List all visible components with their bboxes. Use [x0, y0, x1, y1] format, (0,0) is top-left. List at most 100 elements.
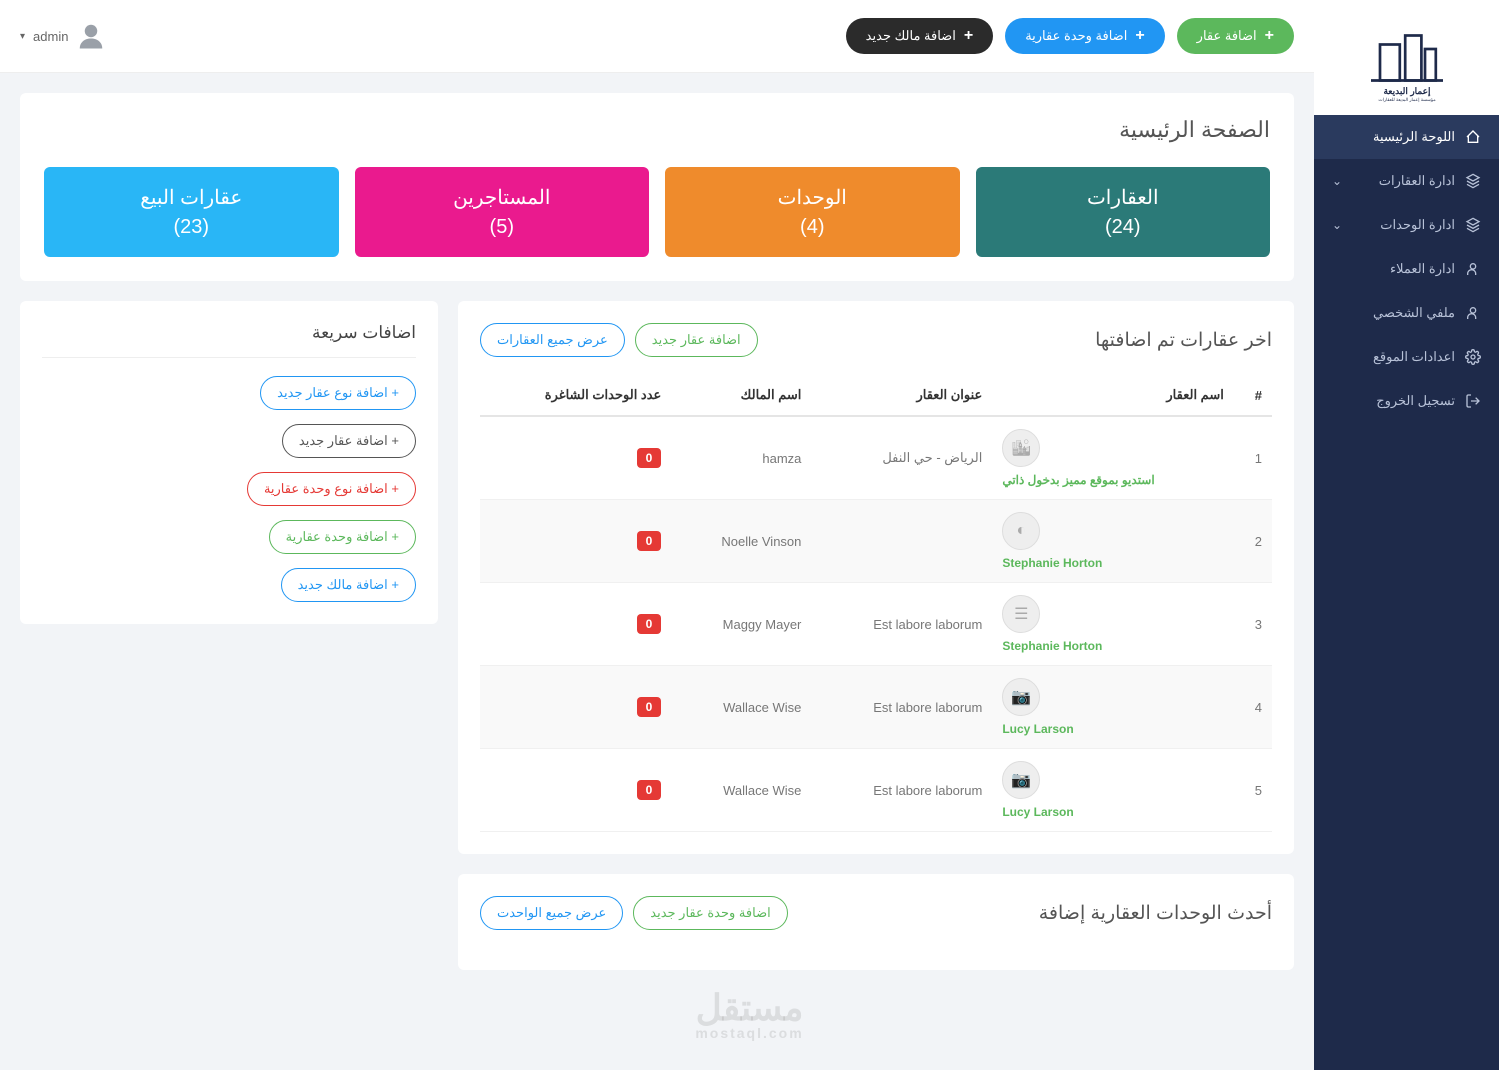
layers-icon	[1465, 173, 1481, 189]
nav-units[interactable]: ادارة الوحدات ⌄	[1314, 203, 1499, 247]
plus-icon: +	[391, 577, 399, 592]
topbar: + اضافة عقار + اضافة وحدة عقارية + اضافة…	[0, 0, 1314, 73]
table-row: 1🏙استديو بموقع مميز بدخول ذاتيالرياض - ح…	[480, 416, 1272, 500]
property-link[interactable]: Stephanie Horton	[1002, 639, 1102, 653]
nav-clients[interactable]: ادارة العملاء	[1314, 247, 1499, 291]
stat-properties[interactable]: العقارات (24)	[976, 167, 1271, 257]
nav-properties-label: ادارة العقارات	[1379, 173, 1455, 189]
quick-add-title: اضافات سريعة	[42, 323, 416, 358]
nav-settings[interactable]: اعدادات الموقع	[1314, 335, 1499, 379]
nav-units-label: ادارة الوحدات	[1380, 217, 1455, 233]
property-link[interactable]: Lucy Larson	[1002, 722, 1073, 736]
user-menu[interactable]: admin ▾	[20, 21, 106, 51]
row-idx: 1	[1234, 416, 1272, 500]
property-link[interactable]: Lucy Larson	[1002, 805, 1073, 819]
vacant-badge: 0	[637, 448, 662, 468]
col-name: اسم العقار	[992, 375, 1234, 416]
plus-icon: +	[391, 529, 399, 544]
vacant-badge: 0	[637, 614, 662, 634]
caret-down-icon: ▾	[20, 31, 25, 42]
recent-properties-title: اخر عقارات تم اضافتها	[1095, 329, 1272, 352]
view-all-units-button[interactable]: عرض جميع الواحدت	[480, 896, 623, 930]
svg-text:إعمار البديعة: إعمار البديعة	[1383, 86, 1431, 97]
table-row: 4📷Lucy LarsonEst labore laborumWallace W…	[480, 666, 1272, 749]
plus-icon: +	[1265, 27, 1274, 45]
thumbnail-icon: 🏙	[1002, 429, 1040, 467]
plus-icon: +	[964, 27, 973, 45]
quick-add-property-label: اضافة عقار جديد	[299, 433, 388, 448]
row-vacant: 0	[480, 749, 671, 832]
chevron-down-icon: ⌄	[1332, 174, 1342, 188]
logout-icon	[1465, 393, 1481, 409]
nav-profile-label: ملفي الشخصي	[1373, 305, 1455, 321]
stat-sale[interactable]: عقارات البيع (23)	[44, 167, 339, 257]
quick-add-owner[interactable]: + اضافة مالك جديد	[281, 568, 416, 602]
thumbnail-icon: ☰	[1002, 595, 1040, 633]
main: + اضافة عقار + اضافة وحدة عقارية + اضافة…	[0, 0, 1314, 1070]
overview-panel: الصفحة الرئيسية العقارات (24) الوحدات (4…	[20, 93, 1294, 281]
row-idx: 4	[1234, 666, 1272, 749]
recent-properties-card: اخر عقارات تم اضافتها اضافة عقار جديد عر…	[458, 301, 1294, 854]
row-vacant: 0	[480, 666, 671, 749]
quick-add-unit[interactable]: + اضافة وحدة عقارية	[269, 520, 416, 554]
stat-units[interactable]: الوحدات (4)	[665, 167, 960, 257]
row-address: Est labore laborum	[811, 666, 992, 749]
property-link[interactable]: Stephanie Horton	[1002, 556, 1102, 570]
nav-settings-label: اعدادات الموقع	[1373, 349, 1455, 365]
nav-list: اللوحة الرئيسية ادارة العقارات ⌄ ادارة ا…	[1314, 115, 1499, 423]
quick-add-card: اضافات سريعة + اضافة نوع عقار جديد + اضا…	[20, 301, 438, 624]
row-owner: Noelle Vinson	[671, 500, 811, 583]
row-vacant: 0	[480, 583, 671, 666]
table-row: 5📷Lucy LarsonEst labore laborumWallace W…	[480, 749, 1272, 832]
row-name: 📷Lucy Larson	[992, 666, 1234, 749]
add-property-button[interactable]: + اضافة عقار	[1177, 18, 1294, 54]
add-owner-button[interactable]: + اضافة مالك جديد	[846, 18, 994, 54]
vacant-badge: 0	[637, 780, 662, 800]
quick-add-property-type[interactable]: + اضافة نوع عقار جديد	[260, 376, 416, 410]
user-name: admin	[33, 29, 68, 44]
table-row: 3☰Stephanie HortonEst labore laborumMagg…	[480, 583, 1272, 666]
row-idx: 2	[1234, 500, 1272, 583]
quick-add-unit-label: اضافة وحدة عقارية	[286, 529, 388, 544]
table-row: 2◐Stephanie HortonNoelle Vinson0	[480, 500, 1272, 583]
thumbnail-icon: ◐	[1002, 512, 1040, 550]
stat-units-label: الوحدات	[675, 185, 950, 210]
quick-add-property-type-label: اضافة نوع عقار جديد	[277, 385, 388, 400]
nav-dashboard[interactable]: اللوحة الرئيسية	[1314, 115, 1499, 159]
stat-properties-label: العقارات	[986, 185, 1261, 210]
nav-properties[interactable]: ادارة العقارات ⌄	[1314, 159, 1499, 203]
nav-logout-label: تسجيل الخروج	[1376, 393, 1455, 409]
page-title: الصفحة الرئيسية	[44, 117, 1270, 143]
nav-clients-label: ادارة العملاء	[1390, 261, 1455, 277]
sidebar: إعمار البديعة مؤسسة إعمار البديعة للعقار…	[1314, 0, 1499, 1070]
quick-add-unit-type[interactable]: + اضافة نوع وحدة عقارية	[247, 472, 416, 506]
stat-properties-count: (24)	[986, 216, 1261, 239]
add-owner-label: اضافة مالك جديد	[866, 28, 956, 44]
row-owner: Maggy Mayer	[671, 583, 811, 666]
user-icon	[1465, 305, 1481, 321]
stat-row: العقارات (24) الوحدات (4) المستاجرين (5)…	[44, 167, 1270, 257]
stat-tenants[interactable]: المستاجرين (5)	[355, 167, 650, 257]
logo: إعمار البديعة مؤسسة إعمار البديعة للعقار…	[1314, 0, 1499, 115]
view-all-properties-button[interactable]: عرض جميع العقارات	[480, 323, 625, 357]
property-link[interactable]: استديو بموقع مميز بدخول ذاتي	[1002, 473, 1154, 487]
stat-tenants-label: المستاجرين	[365, 185, 640, 210]
quick-add-unit-type-label: اضافة نوع وحدة عقارية	[264, 481, 388, 496]
row-owner: Wallace Wise	[671, 749, 811, 832]
recent-units-title: أحدث الوحدات العقارية إضافة	[1039, 902, 1272, 925]
layers-icon	[1465, 217, 1481, 233]
nav-profile[interactable]: ملفي الشخصي	[1314, 291, 1499, 335]
col-vacant: عدد الوحدات الشاغرة	[480, 375, 671, 416]
stat-sale-label: عقارات البيع	[54, 185, 329, 210]
thumbnail-icon: 📷	[1002, 761, 1040, 799]
quick-add-property[interactable]: + اضافة عقار جديد	[282, 424, 416, 458]
add-new-unit-button[interactable]: اضافة وحدة عقار جديد	[633, 896, 787, 930]
nav-logout[interactable]: تسجيل الخروج	[1314, 379, 1499, 423]
stat-tenants-count: (5)	[365, 216, 640, 239]
plus-icon: +	[391, 385, 399, 400]
add-unit-button[interactable]: + اضافة وحدة عقارية	[1005, 18, 1164, 54]
add-new-property-button[interactable]: اضافة عقار جديد	[635, 323, 758, 357]
row-owner: Wallace Wise	[671, 666, 811, 749]
row-address: Est labore laborum	[811, 583, 992, 666]
stat-units-count: (4)	[675, 216, 950, 239]
